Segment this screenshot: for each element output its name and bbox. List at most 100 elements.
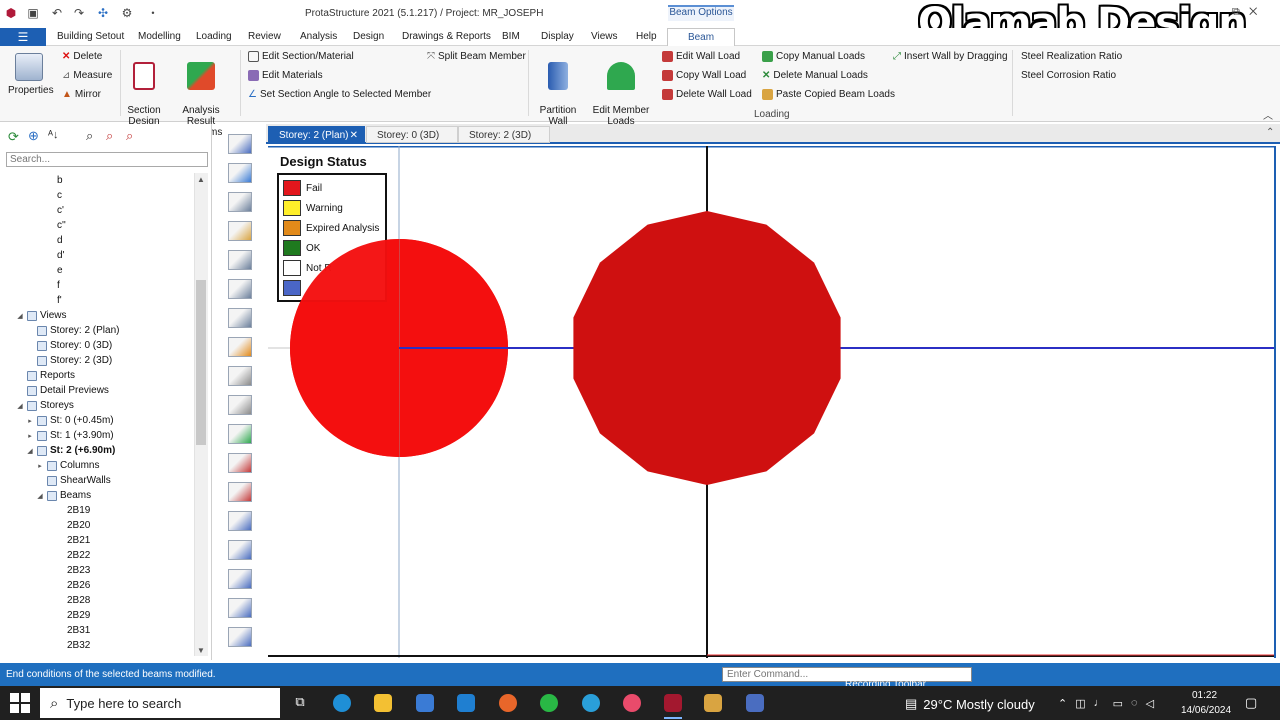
tree-item[interactable]: ◢ St: 2 (+6.90m) [6,443,194,458]
globe-icon[interactable]: ⊕ [28,128,39,144]
tool-button-icon[interactable] [228,250,252,270]
tool-button-icon[interactable] [228,337,252,357]
clock-time[interactable]: 01:22 [1192,690,1217,701]
camera-icon[interactable]: ◫ [1075,697,1085,710]
mail-icon[interactable] [457,694,475,712]
tree-item[interactable]: Reports [6,368,194,383]
task-view-icon[interactable]: ⧉ [291,694,309,712]
tool-button-icon[interactable] [228,221,252,241]
tree-scrollbar-thumb[interactable] [196,280,206,445]
menu-help[interactable]: Help [636,31,657,42]
wifi-icon[interactable]: ◌ [1131,697,1138,710]
tree-item[interactable]: 2B19 [6,503,194,518]
telegram-icon[interactable] [582,694,600,712]
tree-item[interactable]: Storey: 2 (Plan) [6,323,194,338]
close-icon[interactable]: ✕ [350,127,358,144]
tree-expander-icon[interactable]: ▸ [26,432,34,440]
app-icon[interactable] [623,694,641,712]
start-button[interactable] [10,693,30,713]
tool-button-icon[interactable] [228,163,252,183]
delete-wall-load-button[interactable]: Delete Wall Load [662,89,752,100]
menu-display[interactable]: Display [541,31,574,42]
steel-corrosion-ratio-button[interactable]: Steel Corrosion Ratio [1021,70,1116,81]
measure-button[interactable]: ⊿ Measure [62,70,112,81]
tree-item[interactable]: ◢ Views [6,308,194,323]
menu-review[interactable]: Review [248,31,281,42]
tree-item[interactable]: Detail Previews [6,383,194,398]
mirror-button[interactable]: ▲ Mirror [62,89,101,100]
tool-button-icon[interactable] [228,511,252,531]
notification-icon[interactable]: ▢ [1245,695,1257,711]
insert-wall-by-dragging-button[interactable]: ⤢ Insert Wall by Dragging [893,51,1008,62]
menu-drawings-reports[interactable]: Drawings & Reports [402,31,491,42]
tool-button-icon[interactable] [228,308,252,328]
tool-button-icon[interactable] [228,395,252,415]
tool-button-icon[interactable] [228,366,252,386]
tool-button-icon[interactable] [228,540,252,560]
calculator-icon[interactable] [746,694,764,712]
tree-item[interactable]: c' [6,203,194,218]
tree-expander-icon[interactable]: ◢ [36,492,44,500]
tree-item[interactable]: c [6,188,194,203]
edit-materials-button[interactable]: Edit Materials [248,70,323,81]
tool-button-icon[interactable] [228,424,252,444]
tree-item[interactable]: ShearWalls [6,473,194,488]
tree-item[interactable]: b [6,173,194,188]
menu-design[interactable]: Design [353,31,384,42]
tree-expander-icon[interactable]: ◢ [16,402,24,410]
menu-modelling[interactable]: Modelling [138,31,181,42]
scroll-up-icon[interactable]: ▲ [197,175,205,184]
battery-icon[interactable]: ▭ [1113,697,1123,710]
beam-line[interactable] [399,347,509,349]
steel-realization-ratio-button[interactable]: Steel Realization Ratio [1021,51,1122,62]
tree-item[interactable]: f' [6,293,194,308]
media-icon[interactable] [704,694,722,712]
scroll-down-icon[interactable]: ▼ [197,646,205,655]
file-explorer-icon[interactable] [374,694,392,712]
tree-item[interactable]: d [6,233,194,248]
tree-item[interactable]: 2B21 [6,533,194,548]
tree-item[interactable]: 2B22 [6,548,194,563]
zoom-icon[interactable]: ⌕ [86,128,93,144]
polygonal-column-fail[interactable] [573,211,841,485]
set-section-angle-button[interactable]: ∠ Set Section Angle to Selected Member [248,89,431,100]
network-icon[interactable]: ✣ [96,6,110,20]
tool-button-icon[interactable] [228,569,252,589]
tree-item[interactable]: ▸ Columns [6,458,194,473]
menu-analysis[interactable]: Analysis [300,31,337,42]
tree-expander-icon[interactable]: ◢ [16,312,24,320]
tab-storey-0-3d[interactable]: Storey: 0 (3D) [366,126,458,143]
paste-copied-beam-loads-button[interactable]: Paste Copied Beam Loads [762,89,895,100]
section-design-button[interactable]: Section Design [125,51,163,127]
tool-button-icon[interactable] [228,627,252,647]
tool-button-icon[interactable] [228,192,252,212]
weather-widget[interactable]: ▤ 29°C Mostly cloudy [905,696,1035,712]
tree-item[interactable]: ▸ St: 0 (+0.45m) [6,413,194,428]
microphone-icon[interactable]: ♩ [1094,697,1105,710]
tree-item[interactable]: f [6,278,194,293]
redo-icon[interactable]: ↷ [72,6,86,20]
zoom-in-icon[interactable]: ⌕ [106,128,113,144]
tree-item[interactable]: 2B20 [6,518,194,533]
whatsapp-icon[interactable] [540,694,558,712]
menu-building-setout[interactable]: Building Setout [57,31,124,42]
tree-item[interactable]: 2B32 [6,638,194,653]
edit-wall-load-button[interactable]: Edit Wall Load [662,51,740,62]
sort-icon[interactable]: ᴬ↓ [48,129,58,141]
tab-beam[interactable]: Beam [667,28,735,47]
volume-icon[interactable]: ◁ [1146,697,1154,710]
tree-item[interactable]: 2B26 [6,578,194,593]
undo-icon[interactable]: ↶ [50,6,64,20]
clock-date[interactable]: 14/06/2024 [1181,705,1231,716]
tool-button-icon[interactable] [228,279,252,299]
tree-item[interactable]: 2B31 [6,623,194,638]
tree-item[interactable]: ▸ St: 1 (+3.90m) [6,428,194,443]
tree-search-input[interactable] [6,152,208,167]
tab-storey-2-plan[interactable]: Storey: 2 (Plan) ✕ [268,126,365,143]
tree-item[interactable]: 2B28 [6,593,194,608]
tree-item[interactable]: 2B23 [6,563,194,578]
firefox-icon[interactable] [499,694,517,712]
properties-button[interactable]: Properties [8,53,54,96]
chevron-up-icon[interactable]: ⌃ [1058,697,1067,710]
edit-section-material-button[interactable]: Edit Section/Material [248,51,354,62]
